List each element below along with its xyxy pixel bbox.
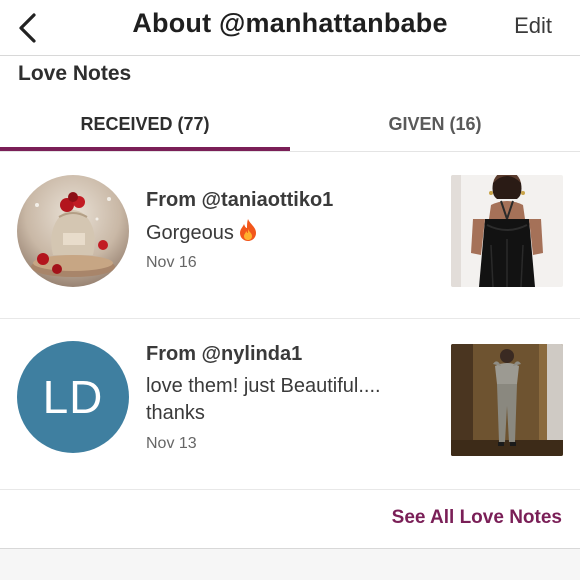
active-tab-indicator: [0, 147, 290, 151]
note-message: love them! just Beautiful.... thanks: [146, 373, 436, 427]
note-date: Nov 13: [146, 435, 197, 452]
item-thumbnail[interactable]: [451, 344, 563, 456]
holiday-ornaments-photo: [17, 175, 129, 287]
note-sender[interactable]: From @nylinda1: [146, 343, 302, 366]
note-message: Gorgeous: [146, 218, 436, 247]
black-halter-top-photo: [451, 175, 563, 287]
note-message-line: thanks: [146, 402, 205, 424]
outfit-photo: [451, 344, 563, 456]
note-sender[interactable]: From @taniaottiko1: [146, 189, 333, 212]
tab-given[interactable]: GIVEN (16): [290, 100, 580, 152]
avatar[interactable]: LD: [17, 341, 129, 453]
section-title: Love Notes: [18, 62, 132, 85]
see-all-love-notes-link[interactable]: See All Love Notes: [392, 507, 562, 529]
avatar-initials: LD: [42, 371, 104, 423]
fire-icon: [239, 219, 256, 241]
tab-received[interactable]: RECEIVED (77): [0, 100, 290, 152]
top-bar: About @manhattanbabe Edit: [0, 0, 580, 56]
page-title: About @manhattanbabe: [132, 8, 448, 38]
footer-band: [0, 549, 580, 580]
edit-button[interactable]: Edit: [514, 13, 552, 39]
note-message-line: love them! just Beautiful....: [146, 375, 381, 397]
love-notes-tabs: RECEIVED (77) GIVEN (16): [0, 100, 580, 152]
love-note-item: From @taniaottiko1 Gorgeous Nov 16: [0, 152, 580, 319]
item-thumbnail[interactable]: [451, 175, 563, 287]
love-note-item: LD From @nylinda1 love them! just Beauti…: [0, 320, 580, 490]
avatar[interactable]: [17, 175, 129, 287]
note-date: Nov 16: [146, 254, 197, 271]
note-message-text: Gorgeous: [146, 222, 234, 244]
